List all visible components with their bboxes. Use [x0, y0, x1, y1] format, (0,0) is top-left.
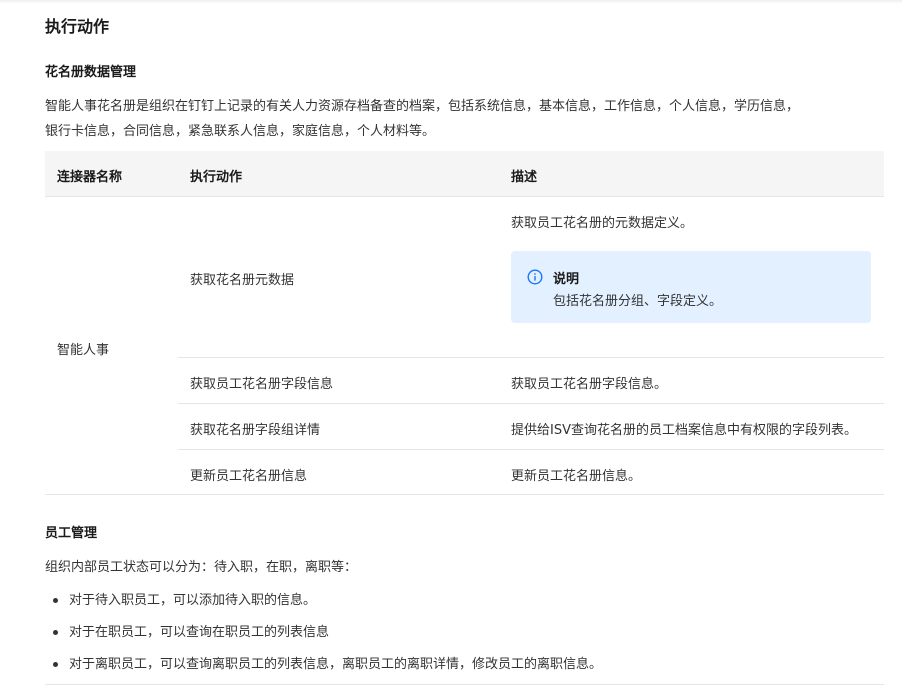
section-divider	[45, 684, 884, 685]
table-row-4-action: 更新员工花名册信息	[190, 469, 308, 484]
connector-name-cell: 智能人事	[57, 343, 110, 358]
bullet-dot	[53, 662, 58, 667]
row-divider	[178, 357, 884, 358]
bullet-dot	[53, 630, 58, 635]
header-action: 执行动作	[190, 170, 243, 185]
table-row-2-description: 获取员工花名册字段信息。	[511, 377, 668, 392]
employee-intro: 组织内部员工状态可以分为：待入职，在职，离职等：	[45, 560, 358, 575]
page-title: 执行动作	[45, 17, 110, 36]
row-divider	[178, 449, 884, 450]
list-item-text: 对于在职员工，可以查询在职员工的列表信息	[69, 625, 330, 640]
table-row-4-description: 更新员工花名册信息。	[511, 469, 642, 484]
section-heading-employee: 员工管理	[45, 526, 98, 541]
note-title: 说明	[553, 272, 580, 287]
info-icon	[527, 269, 543, 285]
table-row-3-description: 提供给ISV查询花名册的员工档案信息中有权限的字段列表。	[511, 423, 857, 438]
bullet-dot	[53, 598, 58, 603]
list-item-text: 对于待入职员工，可以添加待入职的信息。	[69, 593, 317, 608]
list-item: 对于在职员工，可以查询在职员工的列表信息	[45, 622, 884, 654]
table-row-3-action: 获取花名册字段组详情	[190, 423, 321, 438]
table-row-1-description: 获取员工花名册的元数据定义。	[511, 216, 694, 231]
list-item: 对于离职员工，可以查询离职员工的列表信息，离职员工的离职详情，修改员工的离职信息…	[45, 654, 884, 686]
roster-intro: 智能人事花名册是组织在钉钉上记录的有关人力资源存档备查的档案，包括系统信息，基本…	[45, 94, 884, 144]
roster-intro-line-1: 智能人事花名册是组织在钉钉上记录的有关人力资源存档备查的档案，包括系统信息，基本…	[45, 99, 800, 114]
section-heading-roster: 花名册数据管理	[45, 65, 137, 80]
note-text: 包括花名册分组、字段定义。	[553, 294, 723, 309]
table-bottom-border	[45, 494, 884, 495]
list-item: 对于待入职员工，可以添加待入职的信息。	[45, 590, 884, 622]
roster-intro-line-2: 银行卡信息，合同信息，紧急联系人信息，家庭信息，个人材料等。	[45, 124, 436, 139]
list-item-text: 对于离职员工，可以查询离职员工的列表信息，离职员工的离职详情，修改员工的离职信息…	[69, 657, 603, 672]
top-shadow	[0, 0, 902, 4]
employee-status-list: 对于待入职员工，可以添加待入职的信息。 对于在职员工，可以查询在职员工的列表信息…	[45, 590, 884, 686]
header-connector-name: 连接器名称	[57, 170, 123, 185]
table-row-2-action: 获取员工花名册字段信息	[190, 377, 334, 392]
header-description: 描述	[511, 170, 538, 185]
table-header: 连接器名称 执行动作 描述	[45, 151, 884, 197]
table-row-1-action: 获取花名册元数据	[190, 273, 295, 288]
note-box: 说明 包括花名册分组、字段定义。	[511, 251, 871, 323]
row-divider	[178, 403, 884, 404]
